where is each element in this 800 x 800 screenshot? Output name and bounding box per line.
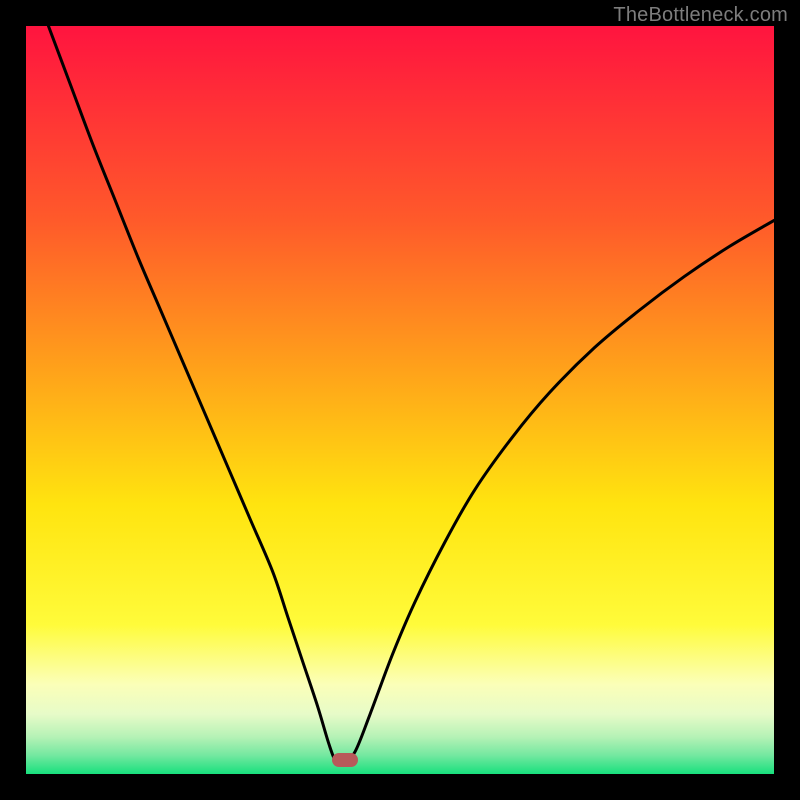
plot-area bbox=[26, 26, 774, 774]
optimal-marker bbox=[332, 753, 358, 767]
watermark-text: TheBottleneck.com bbox=[613, 4, 788, 27]
gradient-background bbox=[26, 26, 774, 774]
chart-frame: TheBottleneck.com bbox=[0, 0, 800, 800]
